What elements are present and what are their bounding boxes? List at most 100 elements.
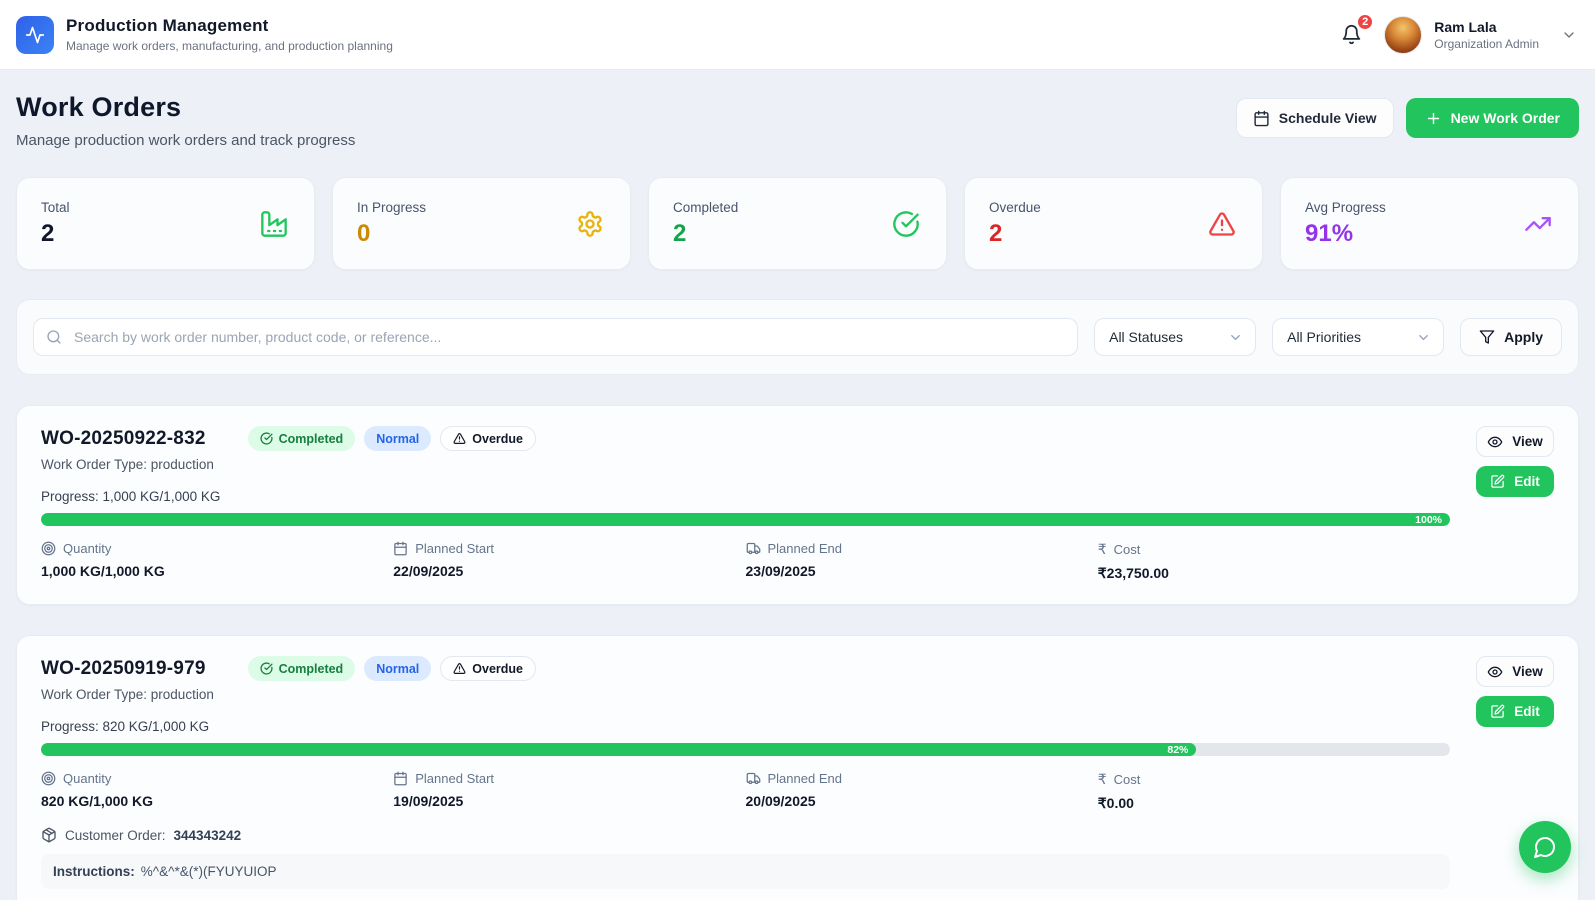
- new-work-order-button[interactable]: New Work Order: [1405, 98, 1579, 138]
- user-menu[interactable]: Ram Lala Organization Admin: [1384, 15, 1577, 54]
- planned-end-label: Planned End: [767, 771, 842, 786]
- work-order-number: WO-20250919-979: [41, 657, 206, 679]
- trending-up-icon: [1524, 210, 1552, 238]
- chat-button[interactable]: [1519, 821, 1571, 873]
- edit-label: Edit: [1514, 474, 1540, 489]
- schedule-view-label: Schedule View: [1278, 110, 1377, 126]
- cost-label: Cost: [1113, 542, 1141, 557]
- plus-icon: [1425, 110, 1442, 127]
- schedule-view-button[interactable]: Schedule View: [1235, 98, 1394, 138]
- customer-order-number: 344343242: [173, 827, 242, 843]
- detail-planned-start: Planned Start 19/09/2025: [393, 771, 745, 812]
- quantity-label: Quantity: [63, 771, 112, 786]
- detail-quantity: Quantity 820 KG/1,000 KG: [41, 771, 393, 812]
- edit-button[interactable]: Edit: [1476, 696, 1554, 727]
- edit-pencil-icon: [1490, 474, 1505, 489]
- apply-filters-button[interactable]: Apply: [1460, 318, 1562, 356]
- calendar-icon: [393, 541, 408, 556]
- calendar-icon: [1253, 110, 1270, 127]
- stat-label: In Progress: [357, 199, 427, 215]
- chevron-down-icon: [1416, 330, 1431, 345]
- status-badge: Completed: [247, 656, 356, 681]
- funnel-icon: [1479, 329, 1495, 345]
- eye-icon: [1487, 664, 1503, 680]
- stat-card-overdue: Overdue 2: [964, 177, 1263, 270]
- app-header: Production Management Manage work orders…: [0, 0, 1595, 70]
- status-badge-label: Completed: [278, 431, 344, 446]
- customer-order-row: Customer Order: 344343242: [41, 827, 1450, 843]
- stat-label: Total: [41, 199, 70, 215]
- progress-percent: 100%: [1415, 513, 1442, 526]
- detail-quantity: Quantity 1,000 KG/1,000 KG: [41, 541, 393, 582]
- view-label: View: [1512, 664, 1543, 679]
- status-filter-value: All Statuses: [1109, 329, 1184, 345]
- work-order-type: Work Order Type: production: [41, 457, 214, 472]
- page-title: Work Orders: [16, 92, 182, 122]
- target-icon: [41, 541, 56, 556]
- view-button[interactable]: View: [1476, 656, 1554, 687]
- detail-cost: ₹ Cost ₹23,750.00: [1098, 541, 1450, 582]
- cost-value: ₹0.00: [1097, 795, 1134, 811]
- filter-bar: All Statuses All Priorities Apply: [16, 299, 1579, 375]
- planned-end-value: 20/09/2025: [745, 793, 816, 809]
- stat-value: 2: [989, 219, 1003, 247]
- instructions-text: %^&^*&(*)(FYUYUIOP: [140, 864, 277, 879]
- edit-label: Edit: [1514, 704, 1540, 719]
- planned-start-value: 22/09/2025: [393, 563, 464, 579]
- view-button[interactable]: View: [1476, 426, 1554, 457]
- work-order-card: WO-20250919-979 Completed Normal Overdue…: [16, 635, 1579, 900]
- search-input[interactable]: [33, 318, 1079, 356]
- calendar-icon: [393, 771, 408, 786]
- target-icon: [41, 771, 56, 786]
- quantity-value: 1,000 KG/1,000 KG: [41, 563, 165, 579]
- eye-icon: [1487, 434, 1503, 450]
- customer-order-label: Customer Order:: [65, 827, 166, 843]
- priority-badge: Normal: [364, 656, 432, 681]
- app-subtitle: Manage work orders, manufacturing, and p…: [66, 39, 393, 53]
- user-name: Ram Lala: [1434, 18, 1497, 35]
- instructions-box: Instructions: %^&^*&(*)(FYUYUIOP: [41, 854, 1450, 889]
- check-circle-icon: [892, 210, 920, 238]
- check-circle-icon: [260, 432, 273, 445]
- status-badge-label: Completed: [278, 661, 344, 676]
- progress-bar: 82%: [41, 743, 1450, 756]
- notifications-button[interactable]: 2: [1337, 13, 1375, 49]
- overdue-badge: Overdue: [440, 656, 536, 681]
- stat-card-total: Total 2: [16, 177, 315, 270]
- planned-start-label: Planned Start: [415, 541, 495, 556]
- quantity-label: Quantity: [63, 541, 112, 556]
- priority-filter-select[interactable]: All Priorities: [1272, 318, 1445, 356]
- edit-button[interactable]: Edit: [1476, 466, 1554, 497]
- gear-icon: [576, 210, 604, 238]
- detail-cost: ₹ Cost ₹0.00: [1098, 771, 1450, 812]
- detail-planned-end: Planned End 23/09/2025: [746, 541, 1098, 582]
- status-badge: Completed: [247, 426, 356, 451]
- chevron-down-icon: [1561, 27, 1577, 43]
- app-title: Production Management: [66, 16, 269, 35]
- work-order-card: WO-20250922-832 Completed Normal Overdue…: [16, 405, 1579, 605]
- stat-card-in-progress: In Progress 0: [332, 177, 631, 270]
- apply-label: Apply: [1504, 329, 1543, 345]
- truck-icon: [746, 771, 761, 786]
- package-icon: [41, 827, 57, 843]
- truck-icon: [746, 541, 761, 556]
- progress-label: Progress: 820 KG/1,000 KG: [41, 719, 210, 734]
- notification-badge: 2: [1356, 13, 1375, 31]
- overdue-badge-label: Overdue: [472, 661, 523, 676]
- overdue-badge-label: Overdue: [472, 431, 523, 446]
- stat-value: 2: [673, 219, 687, 247]
- alert-triangle-icon: [453, 432, 466, 445]
- planned-start-value: 19/09/2025: [393, 793, 464, 809]
- stat-value: 2: [41, 219, 55, 247]
- instructions-label: Instructions:: [53, 864, 135, 879]
- status-filter-select[interactable]: All Statuses: [1094, 318, 1257, 356]
- new-work-order-label: New Work Order: [1450, 110, 1560, 126]
- stat-card-avg-progress: Avg Progress 91%: [1280, 177, 1579, 270]
- rupee-icon: ₹: [1097, 771, 1107, 787]
- priority-filter-value: All Priorities: [1287, 329, 1362, 345]
- priority-badge-label: Normal: [376, 431, 420, 446]
- priority-badge-label: Normal: [376, 661, 420, 676]
- rupee-icon: ₹: [1097, 541, 1107, 557]
- planned-end-label: Planned End: [767, 541, 842, 556]
- avatar: [1384, 15, 1423, 54]
